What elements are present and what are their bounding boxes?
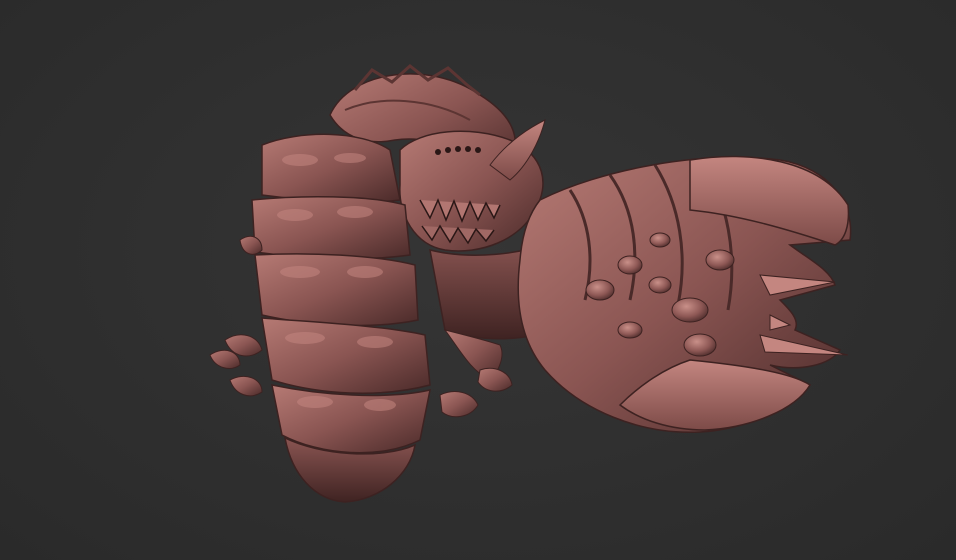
sculpt-render (209, 64, 852, 503)
3d-viewport[interactable] (0, 0, 956, 560)
creature-body (209, 64, 852, 503)
left-armored-segment-column (209, 133, 431, 503)
